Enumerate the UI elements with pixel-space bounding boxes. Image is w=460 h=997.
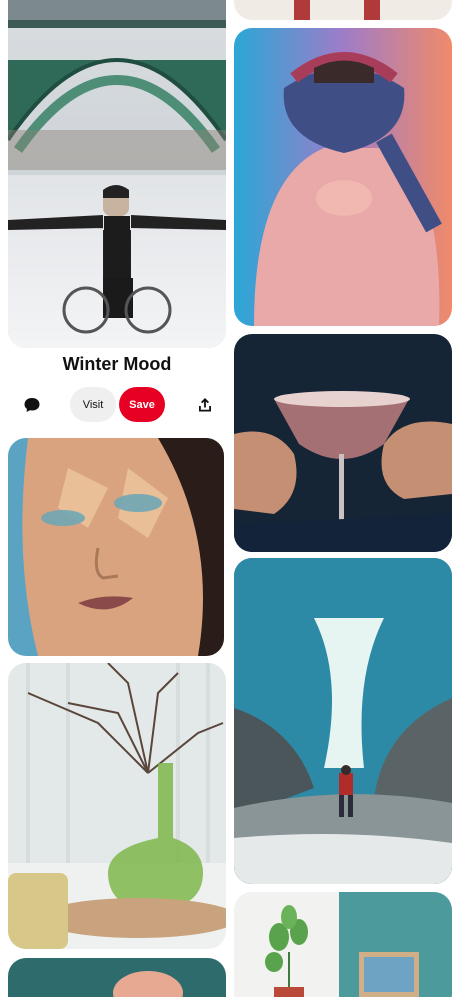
pin-actions: Visit Save [8,387,226,423]
pin-image-teal-partial[interactable] [8,958,226,997]
pin-title: Winter Mood [62,354,172,374]
comment-icon[interactable] [22,395,42,415]
pin-image-chair-plant[interactable] [234,892,452,997]
share-icon[interactable] [195,395,215,415]
pin-image-scarf-coat[interactable] [234,28,452,326]
pin-image-top-partial[interactable] [234,0,452,20]
pin-image-cocktail-glass[interactable] [234,334,452,552]
save-button[interactable]: Save [119,387,165,422]
pin-image-ice-cave[interactable] [234,558,452,884]
pin-image-glitter-face[interactable] [8,438,224,656]
pin-image-green-vase[interactable] [8,663,226,949]
visit-button[interactable]: Visit [70,387,116,422]
pin-image-wheelchair-skater[interactable] [8,0,226,348]
